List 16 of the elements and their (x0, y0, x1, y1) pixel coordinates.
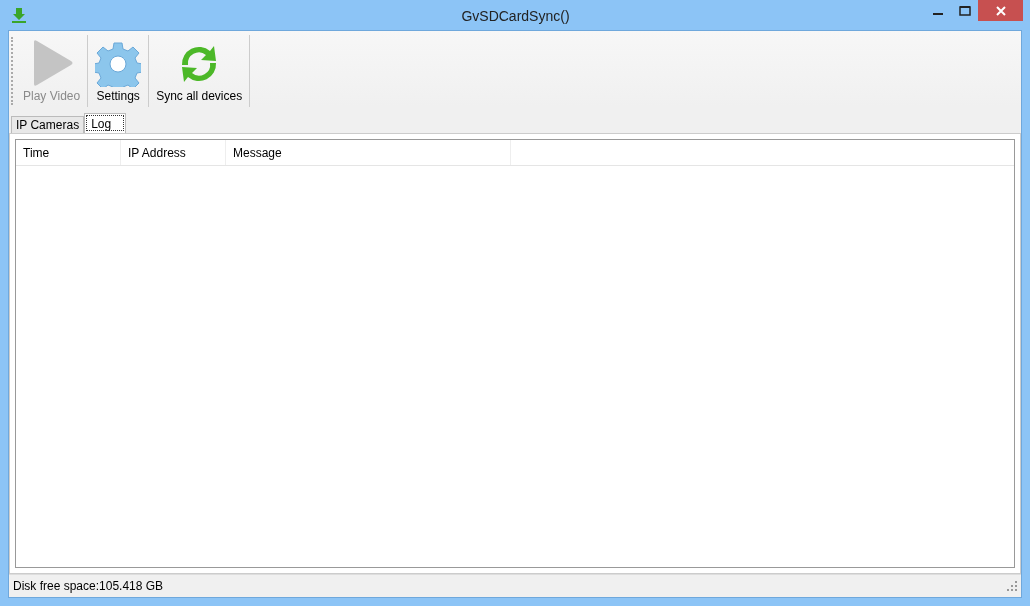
download-icon (11, 7, 27, 23)
resize-grip-icon (1007, 581, 1017, 591)
close-button[interactable] (978, 0, 1023, 21)
close-icon (995, 5, 1006, 16)
settings-button[interactable]: Settings (89, 35, 148, 107)
window-title: GvSDCardSync() (460, 8, 571, 24)
sync-button[interactable]: Sync all devices (150, 35, 249, 107)
tab[interactable]: Log (84, 113, 127, 133)
gear-icon (95, 41, 142, 87)
column-header[interactable]: IP Address (121, 140, 226, 165)
minimize-icon (932, 12, 943, 15)
tab[interactable]: IP Cameras (11, 116, 85, 133)
maximize-icon (958, 5, 971, 16)
column-header[interactable]: Message (226, 140, 511, 165)
disk-space-status: Disk free space:105.418 GB (13, 579, 164, 593)
column-header[interactable]: Time (16, 140, 121, 165)
